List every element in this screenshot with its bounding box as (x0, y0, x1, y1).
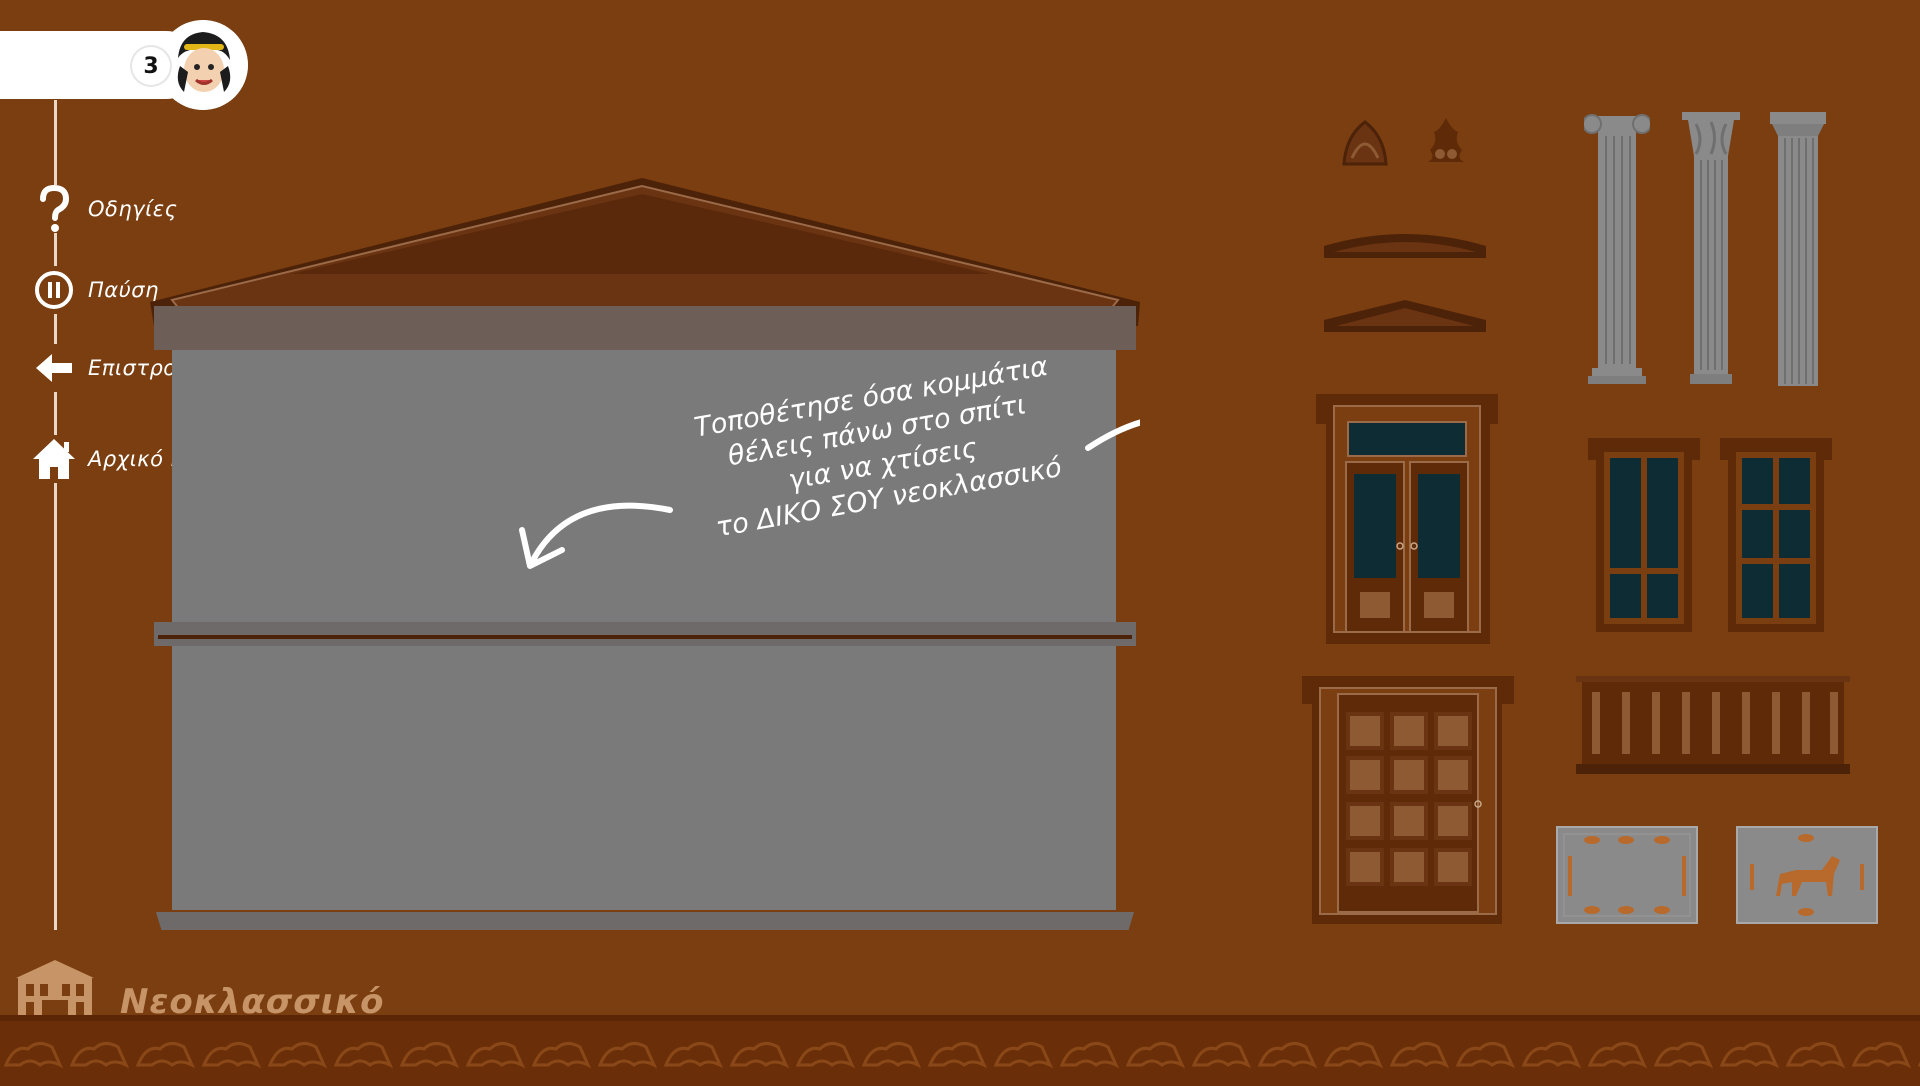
triangular-lintel-piece[interactable] (1320, 298, 1490, 336)
balcony-railing-piece[interactable] (1576, 676, 1850, 776)
footer-band (0, 1015, 1920, 1086)
question-icon (30, 185, 78, 233)
relief-tile-piece-2[interactable] (1736, 826, 1878, 924)
window-piece-1[interactable] (1588, 438, 1700, 632)
pause-icon (30, 266, 78, 314)
footer-pattern (0, 1021, 1920, 1080)
lives-counter: 3 (132, 47, 170, 85)
window-piece-2[interactable] (1720, 438, 1832, 632)
home-icon (30, 435, 78, 483)
corinthian-column-piece[interactable] (1682, 110, 1740, 386)
balcony-door-piece[interactable] (1316, 394, 1498, 644)
antefix-piece-2[interactable] (1420, 114, 1472, 166)
relief-tile-piece-1[interactable] (1556, 826, 1698, 924)
doric-column-piece[interactable] (1770, 112, 1826, 386)
avatar (158, 20, 248, 110)
antefix-piece-1[interactable] (1340, 118, 1390, 166)
pause-label: Παύση (88, 278, 159, 302)
pause-button[interactable]: Παύση (30, 265, 159, 315)
entrance-door-piece[interactable] (1302, 676, 1514, 924)
back-arrow-icon (30, 344, 78, 392)
arched-lintel-piece[interactable] (1320, 222, 1490, 262)
ionic-column-piece[interactable] (1584, 112, 1650, 386)
